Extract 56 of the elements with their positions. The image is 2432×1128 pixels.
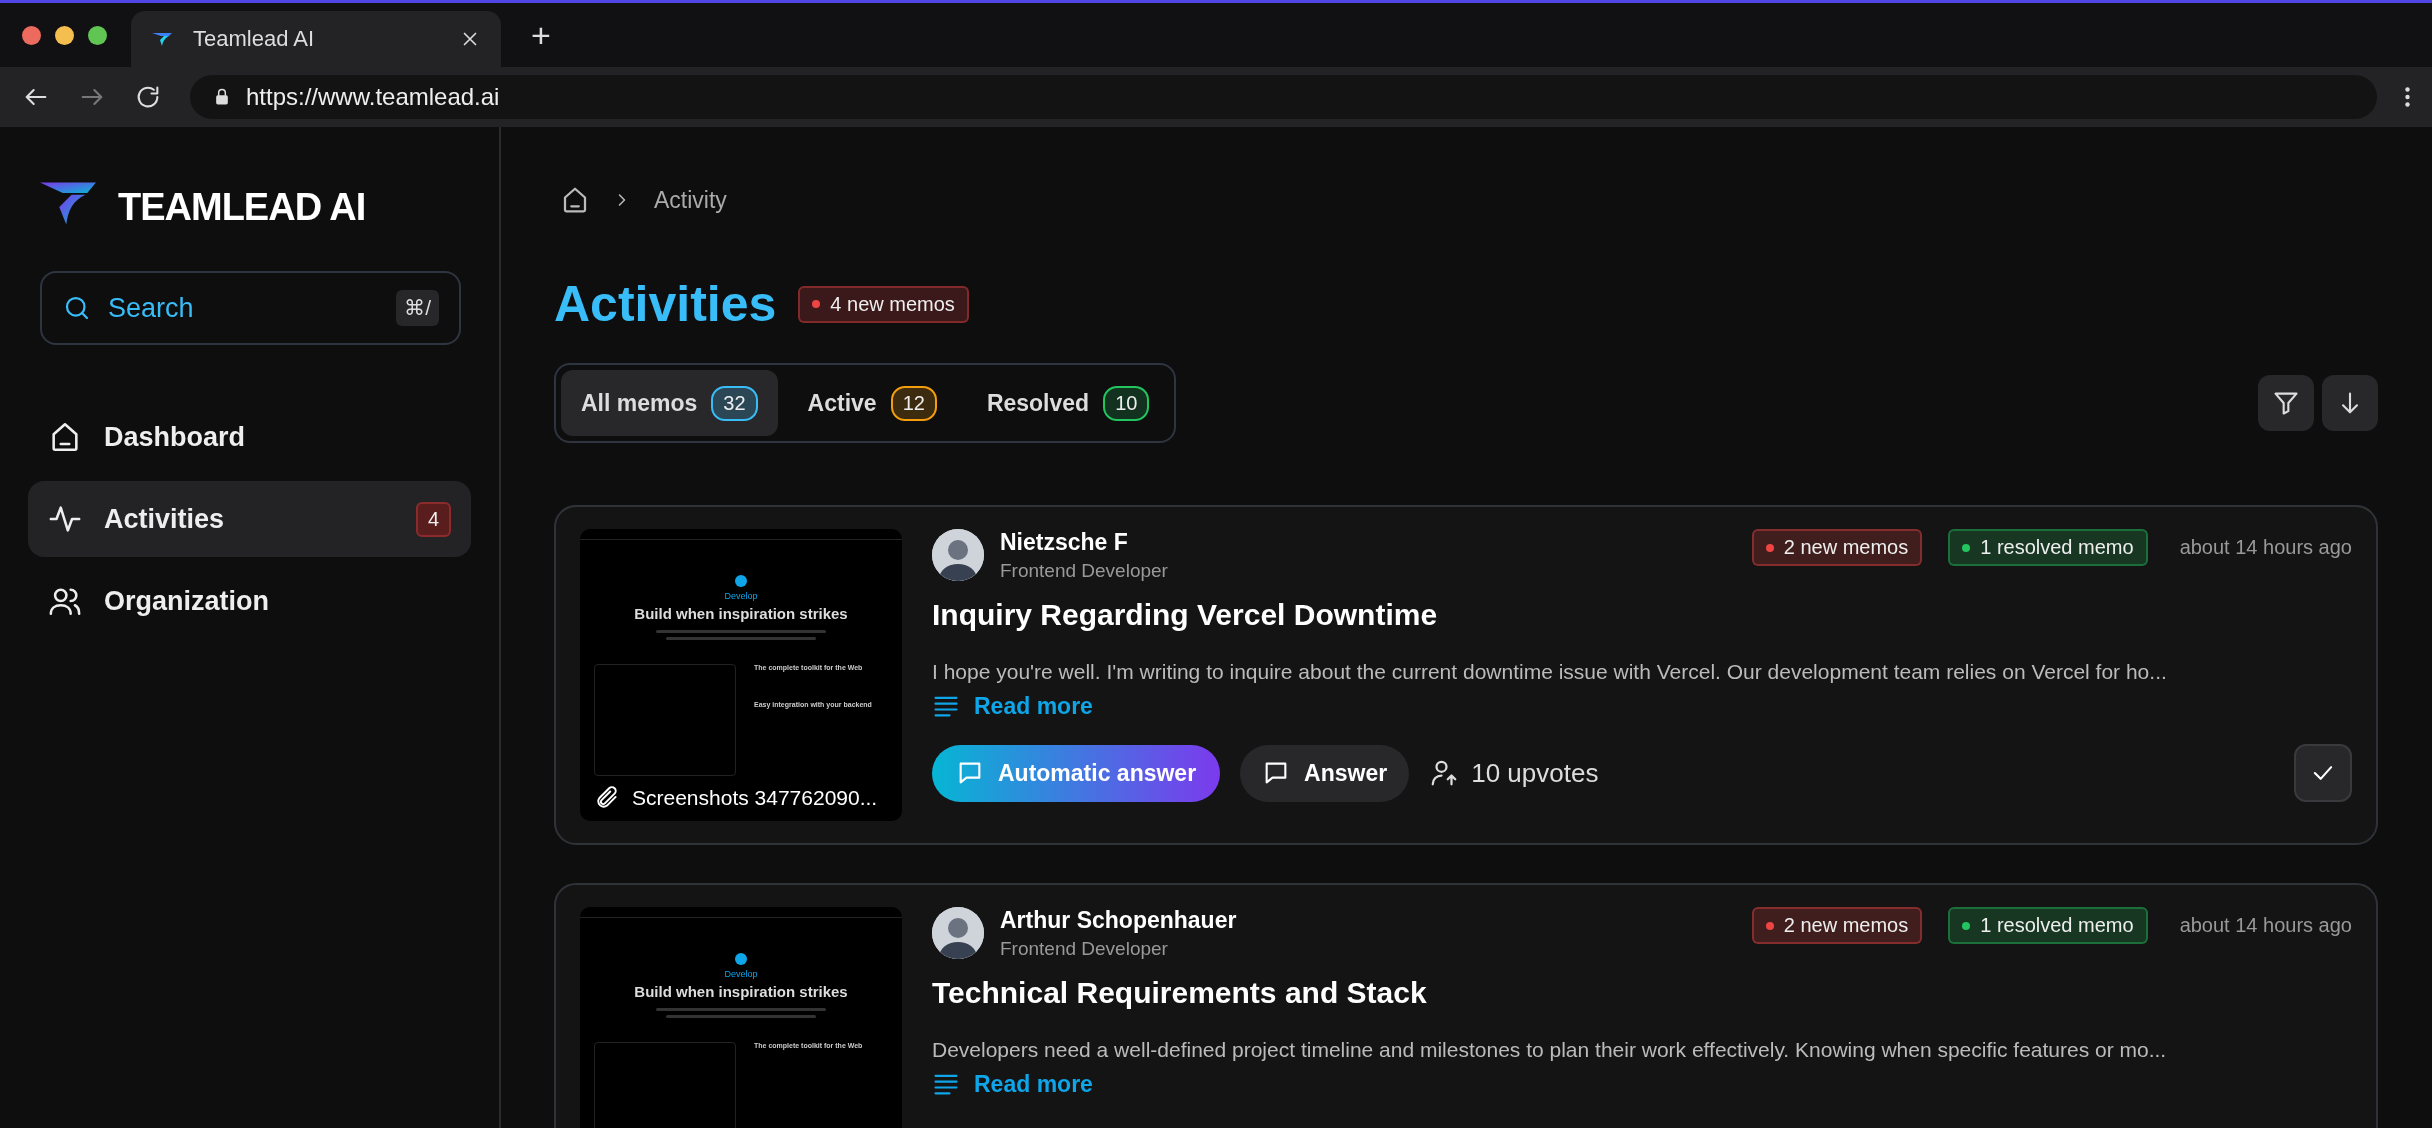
author-role: Frontend Developer — [1000, 938, 1169, 960]
filter-button[interactable] — [2258, 375, 2314, 431]
status-tag: 1 resolved memo — [1948, 529, 2148, 566]
upvote-count: 10 upvotes — [1471, 757, 1599, 789]
avatar-icon — [932, 907, 984, 959]
attachment-name[interactable]: Screenshots 347762090... — [632, 786, 878, 810]
memo-excerpt: I hope you're well. I'm writing to inquire about the current downtime issue with Vercel. Our development team relies on Vercel for ho... — [932, 660, 2168, 684]
avatar-icon — [932, 529, 984, 581]
address-bar[interactable]: https://www.teamlead.ai — [190, 75, 2377, 119]
nav-item[interactable]: Organization — [28, 563, 471, 639]
thumbnail-dot — [735, 575, 747, 587]
filter-tab[interactable]: Resolved 10 — [966, 370, 1170, 436]
timestamp: about 14 hours ago — [2179, 536, 2352, 559]
read-more-link[interactable]: Read more — [932, 692, 1093, 720]
author-role: Frontend Developer — [1000, 560, 1169, 582]
thumbnail-eyebrow: Develop — [724, 969, 758, 979]
count-badge: 12 — [890, 385, 937, 421]
memo-title: Technical Requirements and Stack — [932, 976, 1428, 1010]
window-control-icon[interactable] — [88, 25, 107, 45]
filter-tab[interactable]: Active 12 — [787, 370, 957, 436]
answer-button[interactable]: Answer — [1240, 744, 1410, 802]
logo-text: TEAMLEAD AI — [118, 185, 366, 229]
tab-title: Teamlead AI — [193, 26, 316, 52]
automatic-answer-button[interactable]: Automatic answer — [932, 744, 1221, 802]
breadcrumb-current: Activity — [654, 186, 727, 214]
count-badge: 10 — [1103, 385, 1150, 421]
thumbnail-eyebrow: Develop — [724, 591, 758, 601]
window-control-icon[interactable] — [55, 25, 74, 45]
page-title: Activities — [554, 275, 777, 333]
author-name: Nietzsche F — [1000, 529, 1129, 556]
new-tab-button[interactable]: + — [525, 14, 557, 56]
filter-tab[interactable]: All memos 32 — [561, 370, 778, 436]
nav-item[interactable]: Activities 4 — [28, 481, 471, 557]
read-more-link[interactable]: Read more — [932, 1070, 1093, 1098]
count-badge: 4 — [415, 501, 451, 537]
thumbnail-headline: Build when inspiration strikes — [634, 605, 848, 622]
thumbnail-headline: Build when inspiration strikes — [634, 983, 848, 1000]
paperclip-icon — [594, 785, 620, 811]
window-control-icon[interactable] — [22, 25, 41, 45]
status-tag: 2 new memos — [1751, 907, 1923, 944]
author-name: Arthur Schopenhauer — [1000, 907, 1238, 934]
count-badge: 32 — [711, 385, 758, 421]
status-tag: 1 resolved memo — [1948, 907, 2148, 944]
status-tag: 2 new memos — [1751, 529, 1923, 566]
browser-tab[interactable]: Teamlead AI — [131, 11, 501, 67]
timestamp: about 14 hours ago — [2179, 914, 2352, 937]
memo-excerpt: Developers need a well-defined project timeline and milestones to plan their work effectively. Knowing when specific features or mo... — [932, 1038, 2168, 1062]
nav-item[interactable]: Dashboard — [28, 399, 471, 475]
sort-button[interactable] — [2322, 375, 2378, 431]
thumbnail-dot — [735, 953, 747, 965]
new-memos-badge: 4 new memos — [798, 285, 969, 323]
search-field[interactable]: Search ⌘/ — [40, 271, 461, 345]
memo-title: Inquiry Regarding Vercel Downtime — [932, 598, 1439, 632]
more-icon[interactable] — [2405, 87, 2410, 107]
shortcut-hint: ⌘/ — [396, 290, 439, 326]
status-dot — [812, 300, 821, 308]
